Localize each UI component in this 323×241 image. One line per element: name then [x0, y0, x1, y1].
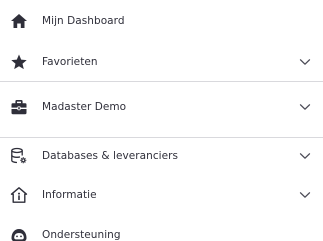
home-icon	[10, 12, 28, 30]
nav-item-madaster-demo[interactable]: Madaster Demo	[0, 93, 323, 121]
briefcase-icon	[10, 98, 28, 116]
nav-item-label: Databases & leveranciers	[42, 150, 179, 162]
info-house-icon	[10, 186, 28, 204]
section-divider	[0, 137, 323, 138]
nav-item-label: Madaster Demo	[42, 101, 127, 113]
chevron-down-icon[interactable]	[299, 58, 311, 66]
database-settings-icon	[10, 147, 28, 165]
chevron-down-icon[interactable]	[299, 191, 311, 199]
chevron-down-icon[interactable]	[299, 103, 311, 111]
nav-item-databases-leveranciers[interactable]: Databases & leveranciers	[0, 142, 323, 170]
star-icon	[10, 53, 28, 71]
chevron-down-icon[interactable]	[299, 152, 311, 160]
nav-item-label: Ondersteuning	[42, 229, 121, 241]
sidebar-navigation: Mijn Dashboard Favorieten Madaster Demo	[0, 0, 323, 241]
support-face-icon	[10, 226, 28, 241]
nav-item-label: Favorieten	[42, 56, 98, 68]
nav-item-mijn-dashboard[interactable]: Mijn Dashboard	[0, 7, 323, 35]
nav-item-favorieten[interactable]: Favorieten	[0, 48, 323, 76]
nav-item-label: Mijn Dashboard	[42, 15, 125, 27]
nav-item-label: Informatie	[42, 189, 97, 201]
nav-item-informatie[interactable]: Informatie	[0, 181, 323, 209]
section-divider	[0, 81, 323, 82]
nav-item-ondersteuning[interactable]: Ondersteuning	[0, 221, 323, 241]
